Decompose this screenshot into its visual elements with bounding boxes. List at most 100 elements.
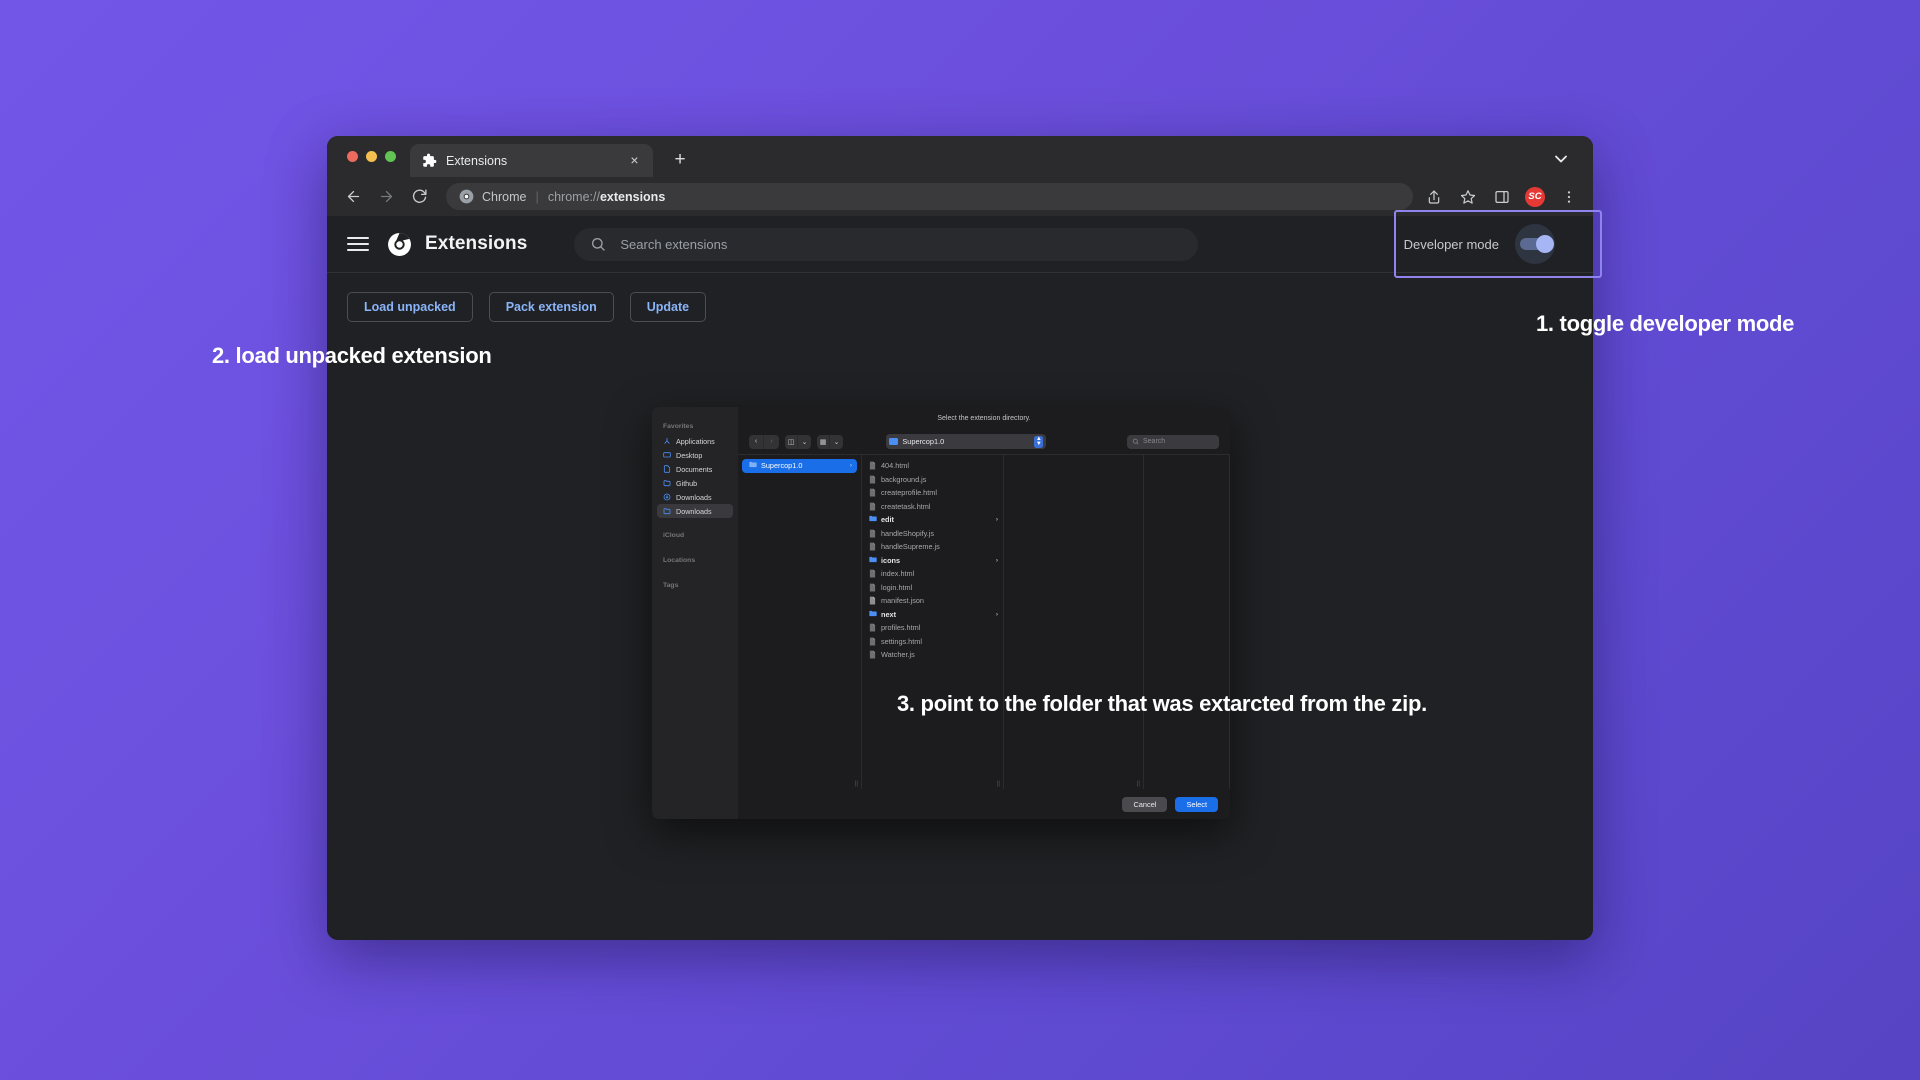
cancel-button[interactable]: Cancel	[1122, 796, 1168, 812]
file-row[interactable]: createtask.html	[862, 500, 1003, 514]
extensions-action-bar: Load unpacked Pack extension Update	[327, 273, 1593, 322]
chevron-right-icon: ›	[995, 610, 998, 618]
pack-extension-button[interactable]: Pack extension	[488, 292, 614, 322]
view-mode-control[interactable]: ◫ ⌄	[785, 434, 811, 449]
side-panel-icon[interactable]	[1491, 186, 1512, 207]
sidebar-item-desktop[interactable]: Desktop	[652, 448, 738, 462]
folder-icon	[663, 479, 671, 487]
omnibox-separator: |	[535, 189, 539, 204]
chevron-down-icon[interactable]	[1551, 149, 1571, 169]
group-by-control[interactable]: ▦ ⌄	[817, 434, 843, 449]
update-button[interactable]: Update	[629, 292, 707, 322]
file-icon	[869, 475, 876, 484]
file-row[interactable]: settings.html	[862, 635, 1003, 649]
file-row-folder[interactable]: edit ›	[862, 513, 1003, 527]
omnibox-url: chrome://extensions	[548, 190, 665, 204]
forward-button[interactable]	[374, 184, 399, 209]
file-row[interactable]: index.html	[862, 567, 1003, 581]
close-tab-icon[interactable]: ×	[626, 152, 643, 169]
chevron-down-icon[interactable]: ⌄	[798, 435, 811, 449]
file-name: profiles.html	[881, 623, 921, 633]
new-tab-button[interactable]: +	[669, 150, 691, 172]
puzzle-piece-icon	[422, 153, 437, 168]
file-row[interactable]: 404.html	[862, 459, 1003, 473]
sidebar-section-tags: Tags	[663, 582, 679, 589]
back-icon[interactable]: ‹	[749, 434, 764, 449]
file-row[interactable]: login.html	[862, 581, 1003, 595]
file-dialog-main: Select the extension directory. ‹ › ◫ ⌄ …	[738, 407, 1230, 819]
sidebar-item-downloads-selected[interactable]: Downloads	[657, 504, 733, 518]
sidebar-item-documents[interactable]: Documents	[652, 462, 738, 476]
close-window-button[interactable]	[347, 151, 358, 162]
file-row[interactable]: createprofile.html	[862, 486, 1003, 500]
column-resize-grip[interactable]: ||	[1137, 781, 1140, 787]
sidebar-item-applications[interactable]: Applications	[652, 434, 738, 448]
file-row-supercop[interactable]: Supercop1.0 ›	[742, 459, 857, 473]
file-row[interactable]: handleShopify.js	[862, 527, 1003, 541]
annotation-step-3: 3. point to the folder that was extarcte…	[897, 691, 1427, 716]
chevron-right-icon: ›	[849, 462, 852, 470]
toggle-knob	[1536, 235, 1554, 253]
avatar[interactable]: SC	[1525, 186, 1545, 207]
folder-icon	[749, 461, 757, 470]
url-prefix: chrome://	[547, 189, 600, 204]
sidebar-item-github[interactable]: Github	[652, 476, 738, 490]
file-name: handleSupreme.js	[881, 542, 940, 552]
forward-icon[interactable]: ›	[764, 435, 779, 449]
annotation-step-2: 2. load unpacked extension	[212, 343, 492, 368]
select-button[interactable]: Select	[1175, 796, 1218, 812]
search-input[interactable]: Search extensions	[574, 227, 1199, 261]
file-row[interactable]: background.js	[862, 473, 1003, 487]
bookmark-star-icon[interactable]	[1457, 186, 1478, 207]
sidebar-section-locations: Locations	[663, 557, 696, 564]
column-view-icon[interactable]: ◫	[785, 434, 798, 449]
folder-icon	[869, 610, 877, 619]
sidebar-item-label: Documents	[676, 464, 713, 474]
navigation-segmented-control[interactable]: ‹ ›	[749, 434, 779, 449]
applications-icon	[663, 437, 671, 445]
extensions-header: Extensions Search extensions Developer m…	[327, 216, 1593, 273]
file-name: handleShopify.js	[881, 528, 935, 538]
file-column-3: ||	[1004, 455, 1144, 789]
tab-strip: Extensions × +	[327, 136, 1593, 177]
more-menu-icon[interactable]	[1558, 186, 1579, 207]
file-icon	[869, 461, 876, 470]
maximize-window-button[interactable]	[385, 151, 396, 162]
file-icon	[869, 502, 876, 511]
file-row[interactable]: handleSupreme.js	[862, 540, 1003, 554]
chevron-down-icon[interactable]: ⌄	[830, 435, 843, 449]
browser-tab-extensions[interactable]: Extensions ×	[410, 144, 653, 177]
grid-view-icon[interactable]: ▦	[817, 434, 830, 449]
search-placeholder: Search extensions	[620, 236, 728, 252]
documents-icon	[663, 465, 671, 473]
stepper-icon[interactable]: ▲ ▼	[1034, 435, 1044, 448]
search-icon	[592, 238, 606, 251]
developer-mode-toggle[interactable]	[1515, 224, 1555, 264]
column-resize-grip[interactable]: ||	[997, 781, 1000, 787]
minimize-window-button[interactable]	[366, 151, 377, 162]
file-name: login.html	[881, 582, 913, 592]
file-row[interactable]: profiles.html	[862, 621, 1003, 635]
reload-button[interactable]	[407, 184, 432, 209]
address-bar[interactable]: Chrome | chrome://extensions	[446, 183, 1413, 210]
file-column-4	[1144, 455, 1230, 789]
file-row-folder[interactable]: icons ›	[862, 554, 1003, 568]
path-popup-button[interactable]: Supercop1.0 ▲ ▼	[886, 434, 1047, 449]
column-resize-grip[interactable]: ||	[855, 781, 858, 787]
menu-hamburger-icon[interactable]	[347, 233, 369, 255]
file-row-folder[interactable]: next ›	[862, 608, 1003, 622]
downloads-icon	[663, 493, 671, 501]
back-button[interactable]	[341, 184, 366, 209]
file-row[interactable]: Watcher.js	[862, 648, 1003, 662]
file-dialog-search-input[interactable]: Search	[1126, 434, 1219, 449]
share-icon[interactable]	[1423, 186, 1444, 207]
sidebar-item-downloads[interactable]: Downloads	[652, 490, 738, 504]
current-path-label: Supercop1.0	[902, 437, 945, 446]
sidebar-section-icloud: iCloud	[663, 532, 685, 539]
file-row[interactable]: manifest.json	[862, 594, 1003, 608]
file-column-1: Supercop1.0 › ||	[738, 455, 862, 789]
file-dialog-toolbar: ‹ › ◫ ⌄ ▦ ⌄ Supercop1.0 ▲ ▼ Search	[738, 429, 1230, 454]
browser-toolbar: Chrome | chrome://extensions SC	[327, 177, 1593, 216]
file-icon	[869, 650, 876, 659]
load-unpacked-button[interactable]: Load unpacked	[347, 292, 473, 322]
